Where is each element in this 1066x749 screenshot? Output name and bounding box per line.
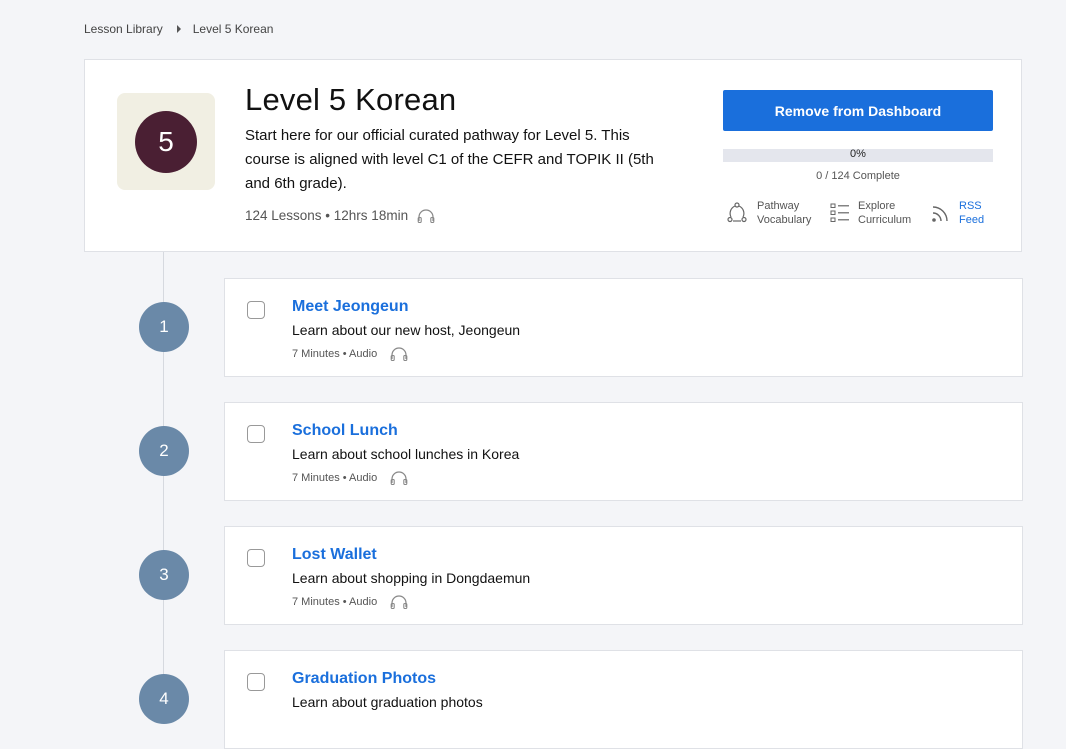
pathway-vocabulary-link[interactable]: Pathway Vocabulary <box>725 199 811 227</box>
lesson-card: Meet Jeongeun Learn about our new host, … <box>224 278 1023 377</box>
rss-label-line1: RSS <box>959 200 982 212</box>
list-icon <box>830 203 849 222</box>
lesson-meta-text: 7 Minutes • Audio <box>292 348 378 360</box>
progress-percent: 0% <box>850 148 866 160</box>
explore-curriculum-link[interactable]: Explore Curriculum <box>830 199 911 227</box>
lesson-meta-text: 7 Minutes • Audio <box>292 596 378 608</box>
lesson-title-link[interactable]: Meet Jeongeun <box>292 298 408 316</box>
lesson-complete-checkbox[interactable] <box>247 673 265 691</box>
lesson-card: School Lunch Learn about school lunches … <box>224 402 1023 501</box>
share-cycle-icon <box>727 202 747 223</box>
rss-feed-link[interactable]: RSS Feed <box>931 199 984 227</box>
lesson-step-number: 3 <box>139 550 189 600</box>
rss-icon <box>932 206 948 222</box>
course-meta: 124 Lessons • 12hrs 18min <box>245 208 435 223</box>
lesson-title-link[interactable]: Graduation Photos <box>292 670 436 688</box>
headphones-icon <box>390 595 408 609</box>
rss-label-line2: Feed <box>959 214 985 226</box>
lesson-title-link[interactable]: School Lunch <box>292 422 398 440</box>
lesson-meta: 7 Minutes • Audio <box>292 471 408 485</box>
course-title: Level 5 Korean <box>245 82 457 117</box>
lesson-complete-checkbox[interactable] <box>247 301 265 319</box>
pathway-label-line2: Vocabulary <box>757 214 812 226</box>
course-header-card: 5 Level 5 Korean Start here for our offi… <box>84 59 1022 252</box>
lesson-description: Learn about graduation photos <box>292 694 483 710</box>
course-level-number: 5 <box>135 110 197 173</box>
headphones-icon <box>417 208 435 223</box>
headphones-icon <box>390 471 408 485</box>
lesson-description: Learn about school lunches in Korea <box>292 446 520 462</box>
progress-count: 0 / 124 Complete <box>816 170 900 182</box>
course-description: Start here for our official curated path… <box>245 127 654 192</box>
explore-label-line1: Explore <box>858 200 896 212</box>
remove-from-dashboard-button[interactable]: Remove from Dashboard <box>723 90 993 131</box>
lesson-complete-checkbox[interactable] <box>247 549 265 567</box>
lesson-complete-checkbox[interactable] <box>247 425 265 443</box>
breadcrumb-lesson-library[interactable]: Lesson Library <box>84 22 163 36</box>
lesson-meta: 7 Minutes • Audio <box>292 595 408 609</box>
breadcrumb-separator-icon <box>176 25 181 33</box>
lesson-card: Graduation Photos Learn about graduation… <box>224 650 1023 749</box>
course-meta-text: 124 Lessons • 12hrs 18min <box>245 208 409 223</box>
lesson-title-link[interactable]: Lost Wallet <box>292 546 377 564</box>
lesson-step-number: 2 <box>139 426 189 476</box>
lesson-meta-text: 7 Minutes • Audio <box>292 472 378 484</box>
lesson-meta: 7 Minutes • Audio <box>292 347 408 361</box>
breadcrumb-current: Level 5 Korean <box>192 22 274 36</box>
explore-label-line2: Curriculum <box>858 214 912 226</box>
pathway-label-line1: Pathway <box>757 200 800 212</box>
headphones-icon <box>390 347 408 361</box>
breadcrumb: Lesson Library Level 5 Korean <box>84 22 273 36</box>
lesson-description: Learn about our new host, Jeongeun <box>292 322 521 338</box>
lesson-card: Lost Wallet Learn about shopping in Dong… <box>224 526 1023 625</box>
course-level-badge: 5 <box>117 93 215 190</box>
lesson-step-number: 1 <box>139 302 189 352</box>
lesson-description: Learn about shopping in Dongdaemun <box>292 570 531 586</box>
